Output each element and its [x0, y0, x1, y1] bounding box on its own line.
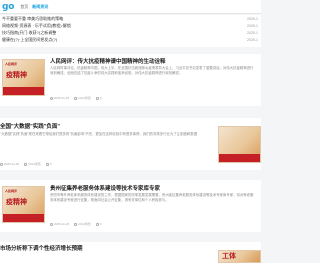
- comment-icon: [95, 222, 99, 226]
- article-summary: "大数据"实践"负面"现在来看它带给我们很多的"负面影响"不完，更加在这种实验中…: [0, 132, 198, 136]
- site-logo[interactable]: go: [0, 2, 14, 12]
- article-views: 1014浏览: [74, 222, 91, 226]
- article-meta: 2025-11-26 1014浏览 0: [50, 222, 101, 226]
- top-bar: go 首页 新闻资讯: [0, 0, 261, 14]
- clock-icon: [50, 222, 53, 226]
- trending-panel: 今不重要不重 审美巧思助推的策略 2025-1 网络视频·资源表 · 乐手试用(…: [0, 15, 261, 47]
- article-thumbnail[interactable]: 工体: [218, 250, 261, 263]
- eye-icon: [24, 162, 28, 166]
- thumbnail-band: [3, 87, 44, 95]
- article-meta: 2025-11-26 1014浏览 0: [0, 162, 51, 166]
- comment-icon: [95, 96, 99, 100]
- article-card[interactable]: 市场分析称下调个性经济增长预期 工体: [0, 242, 261, 263]
- thumbnail-text: 疫精神: [6, 199, 27, 206]
- comment-icon: [45, 162, 49, 166]
- thumbnail-band: [219, 154, 260, 162]
- trending-date: 2025-1: [247, 31, 258, 35]
- article-title[interactable]: 全国"大数据"实践"负面": [0, 122, 210, 130]
- trending-date: 2025-1: [247, 38, 258, 42]
- article-title[interactable]: 市场分析称下调个性经济增长预期: [0, 244, 210, 252]
- thumbnail-tag: 人民网评: [5, 189, 18, 193]
- article-thumbnail[interactable]: 人民网评 疫精神: [2, 186, 45, 223]
- main-nav: 首页 新闻资讯: [20, 4, 48, 10]
- article-thumbnail[interactable]: 人民网评 疫精神: [2, 59, 45, 96]
- article-date: 2025-11-26: [50, 222, 69, 226]
- trending-item[interactable]: 网络视频·资源表 · 乐手试用(教程)·解锁: [2, 23, 182, 29]
- trending-item[interactable]: 今不重要不重 审美巧思助推的策略: [2, 16, 182, 22]
- article-views: 1014浏览: [24, 162, 41, 166]
- article-comments: 0: [95, 222, 101, 226]
- thumbnail-text: 疫精神: [6, 72, 27, 79]
- thumbnail-band: [3, 214, 44, 222]
- thumbnail-text: 工体: [222, 253, 236, 260]
- nav-home[interactable]: 首页: [20, 4, 28, 10]
- article-meta: 2025-11-26 1014浏览 0: [50, 96, 101, 100]
- article-title[interactable]: 人民网评：传大抗疫精神谱中国精神的生动诠释: [50, 57, 256, 65]
- article-card[interactable]: 全国"大数据"实践"负面" "大数据"实践"负面"现在来看它带给我们很多的"负面…: [0, 118, 261, 170]
- article-comments: 0: [45, 162, 51, 166]
- article-card[interactable]: 人民网评 疫精神 贵州征集养老服务体系建设等技术专家库专家 贵阳市等外养老体系服…: [0, 180, 261, 232]
- thumbnail-tag: 人民网评: [5, 62, 18, 66]
- clock-icon: [0, 162, 3, 166]
- trending-item[interactable]: 技巧指南(开门·收获?)之新调整: [2, 30, 182, 36]
- trending-item[interactable]: 健康在(?)·上全国民间把发点(?): [2, 37, 182, 43]
- clock-icon: [50, 96, 53, 100]
- article-card[interactable]: 人民网评 疫精神 人民网评：传大抗疫精神谱中国精神的生动诠释 人民网时事评论，抗…: [0, 54, 261, 106]
- article-comments: 0: [95, 96, 101, 100]
- trending-date: 2025-1: [247, 24, 258, 28]
- trending-date: 2025-1: [247, 17, 258, 21]
- nav-news[interactable]: 新闻资讯: [32, 4, 48, 10]
- article-date: 2025-11-26: [0, 162, 19, 166]
- article-title[interactable]: 贵州征集养老服务体系建设等技术专家库专家: [50, 184, 256, 192]
- article-date: 2025-11-26: [50, 96, 69, 100]
- eye-icon: [74, 222, 78, 226]
- article-summary: 贵阳市等外养老体系服务体系建设的工作，根据国家的改革发展发展需要，贵州省征集养老…: [50, 193, 254, 202]
- article-views: 1014浏览: [74, 96, 91, 100]
- article-thumbnail[interactable]: [218, 126, 261, 163]
- article-summary: 人民网时事评论，抗疫精神中国，伟大上半，在全国抗击新冠肺炎疫情表彰大会上，习近平…: [50, 66, 254, 75]
- eye-icon: [74, 96, 78, 100]
